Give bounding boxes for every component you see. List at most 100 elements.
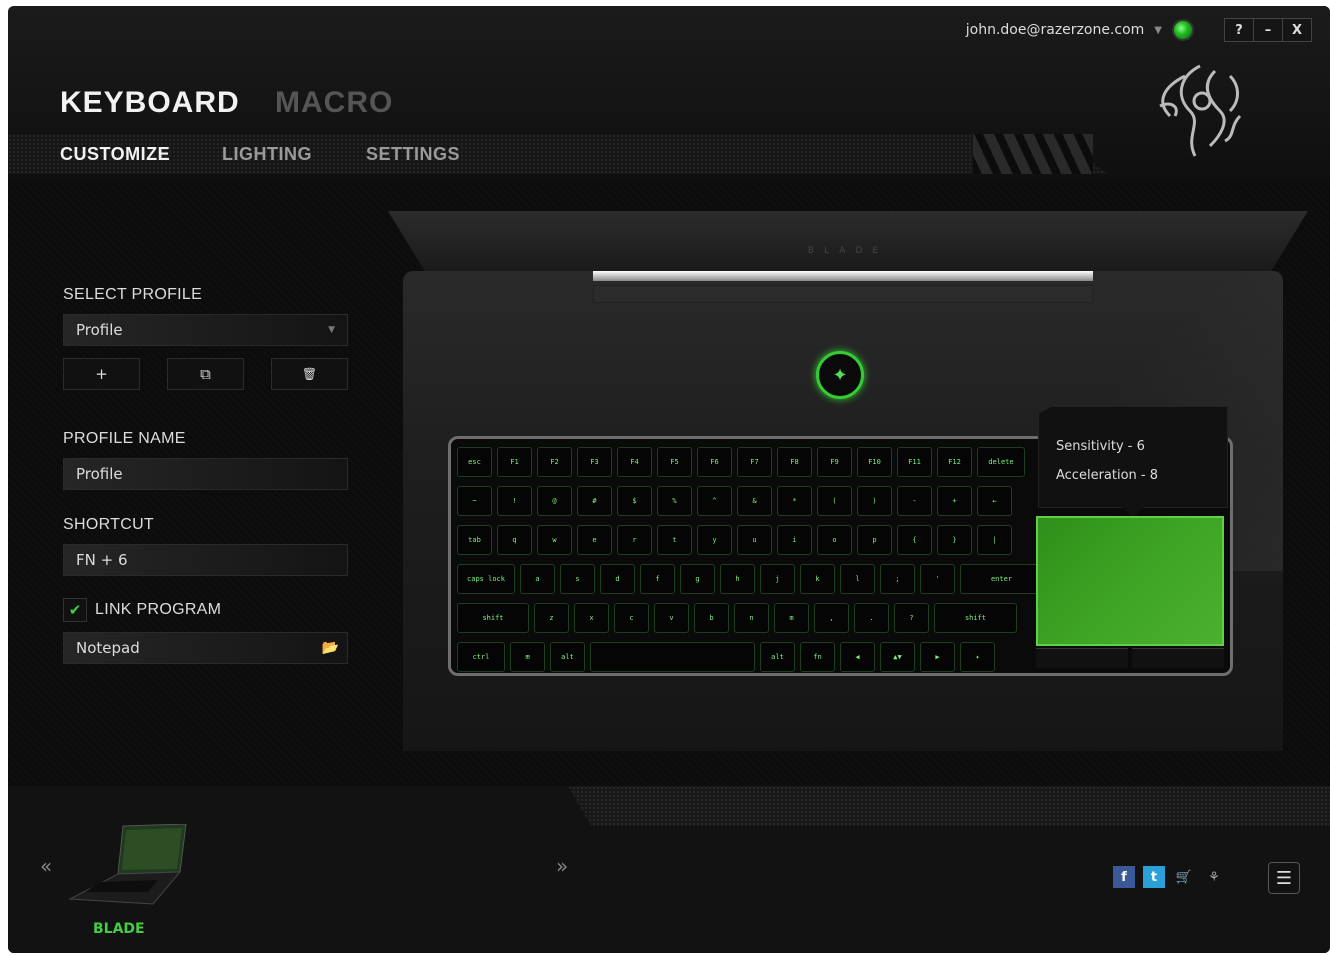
key[interactable]: F9 bbox=[817, 447, 852, 477]
copy-profile-button[interactable]: ⧉ bbox=[167, 358, 244, 390]
key[interactable]: a bbox=[520, 564, 555, 594]
key[interactable]: ← bbox=[977, 486, 1012, 516]
key[interactable]: h bbox=[720, 564, 755, 594]
razer-insider-icon[interactable]: ⚘ bbox=[1203, 866, 1225, 888]
key[interactable]: F10 bbox=[857, 447, 892, 477]
account-email[interactable]: john.doe@razerzone.com bbox=[966, 22, 1145, 38]
key[interactable]: ) bbox=[857, 486, 892, 516]
key[interactable]: o bbox=[817, 525, 852, 555]
key[interactable]: f bbox=[640, 564, 675, 594]
power-button-icon[interactable]: ✦ bbox=[816, 351, 864, 399]
key[interactable]: g bbox=[680, 564, 715, 594]
profile-dropdown[interactable]: Profile ▼ bbox=[63, 314, 348, 346]
tab-settings[interactable]: SETTINGS bbox=[366, 144, 460, 165]
key[interactable]: & bbox=[737, 486, 772, 516]
key[interactable]: # bbox=[577, 486, 612, 516]
key[interactable]: alt bbox=[550, 642, 585, 672]
trackpad[interactable] bbox=[1036, 516, 1224, 646]
key[interactable]: F11 bbox=[897, 447, 932, 477]
key[interactable]: esc bbox=[457, 447, 492, 477]
key[interactable]: k bbox=[800, 564, 835, 594]
delete-profile-button[interactable]: 🗑 bbox=[271, 358, 348, 390]
key[interactable]: y bbox=[697, 525, 732, 555]
key[interactable]: fn bbox=[800, 642, 835, 672]
key[interactable]: caps lock bbox=[457, 564, 515, 594]
trackpad-left-button[interactable] bbox=[1036, 648, 1128, 668]
key[interactable]: ◀ bbox=[840, 642, 875, 672]
help-button[interactable]: ? bbox=[1225, 19, 1253, 41]
key[interactable]: F12 bbox=[937, 447, 972, 477]
close-button[interactable]: X bbox=[1282, 19, 1311, 41]
device-name[interactable]: BLADE bbox=[93, 921, 145, 937]
key[interactable]: d bbox=[600, 564, 635, 594]
key[interactable]: x bbox=[574, 603, 609, 633]
key[interactable]: u bbox=[737, 525, 772, 555]
key[interactable]: p bbox=[857, 525, 892, 555]
add-profile-button[interactable]: + bbox=[63, 358, 140, 390]
program-path-input[interactable]: Notepad 📂 bbox=[63, 632, 348, 664]
key[interactable]: e bbox=[577, 525, 612, 555]
key[interactable]: shift bbox=[457, 603, 529, 633]
menu-button[interactable]: ☰ bbox=[1268, 862, 1300, 894]
key[interactable]: + bbox=[937, 486, 972, 516]
key[interactable]: { bbox=[897, 525, 932, 555]
key[interactable]: % bbox=[657, 486, 692, 516]
minimize-button[interactable]: – bbox=[1253, 19, 1282, 41]
next-device-button[interactable]: » bbox=[556, 854, 568, 878]
key[interactable]: * bbox=[777, 486, 812, 516]
key[interactable]: enter bbox=[960, 564, 1043, 594]
key[interactable]: z bbox=[534, 603, 569, 633]
folder-icon[interactable]: 📂 bbox=[322, 640, 339, 656]
key[interactable]: ctrl bbox=[457, 642, 505, 672]
key[interactable]: ! bbox=[497, 486, 532, 516]
key[interactable]: s bbox=[560, 564, 595, 594]
key[interactable]: ⊞ bbox=[510, 642, 545, 672]
key[interactable]: r bbox=[617, 525, 652, 555]
key[interactable]: ^ bbox=[697, 486, 732, 516]
key[interactable]: j bbox=[760, 564, 795, 594]
key[interactable]: alt bbox=[760, 642, 795, 672]
key[interactable]: F7 bbox=[737, 447, 772, 477]
key[interactable]: l bbox=[840, 564, 875, 594]
key[interactable]: F8 bbox=[777, 447, 812, 477]
key[interactable]: ✦ bbox=[960, 642, 995, 672]
key[interactable]: shift bbox=[934, 603, 1017, 633]
link-program-checkbox[interactable]: ✔ bbox=[63, 598, 87, 622]
key[interactable]: m bbox=[774, 603, 809, 633]
facebook-icon[interactable]: f bbox=[1113, 866, 1135, 888]
key[interactable]: | bbox=[977, 525, 1012, 555]
key[interactable]: n bbox=[734, 603, 769, 633]
tab-lighting[interactable]: LIGHTING bbox=[222, 144, 312, 165]
key-space[interactable] bbox=[590, 642, 755, 672]
key[interactable]: w bbox=[537, 525, 572, 555]
key[interactable]: ▲▼ bbox=[880, 642, 915, 672]
key[interactable]: F4 bbox=[617, 447, 652, 477]
trackpad-right-button[interactable] bbox=[1132, 648, 1224, 668]
key[interactable]: ? bbox=[894, 603, 929, 633]
key[interactable]: ▶ bbox=[920, 642, 955, 672]
key[interactable]: F5 bbox=[657, 447, 692, 477]
previous-device-button[interactable]: « bbox=[40, 854, 52, 878]
key[interactable]: - bbox=[897, 486, 932, 516]
key[interactable]: } bbox=[937, 525, 972, 555]
key[interactable]: F2 bbox=[537, 447, 572, 477]
key[interactable]: v bbox=[654, 603, 689, 633]
key[interactable]: tab bbox=[457, 525, 492, 555]
key[interactable]: b bbox=[694, 603, 729, 633]
key[interactable]: delete bbox=[977, 447, 1025, 477]
blade-laptop-thumbnail[interactable] bbox=[68, 824, 188, 909]
key[interactable]: t bbox=[657, 525, 692, 555]
tab-keyboard[interactable]: KEYBOARD bbox=[60, 86, 240, 120]
key[interactable]: F1 bbox=[497, 447, 532, 477]
key[interactable]: ( bbox=[817, 486, 852, 516]
tab-macro[interactable]: MACRO bbox=[275, 86, 393, 120]
key[interactable]: @ bbox=[537, 486, 572, 516]
profile-name-input[interactable]: Profile bbox=[63, 458, 348, 490]
shortcut-input[interactable]: FN + 6 bbox=[63, 544, 348, 576]
key[interactable]: c bbox=[614, 603, 649, 633]
key[interactable]: ; bbox=[880, 564, 915, 594]
tab-customize[interactable]: CUSTOMIZE bbox=[60, 144, 170, 165]
key[interactable]: $ bbox=[617, 486, 652, 516]
twitter-icon[interactable]: t bbox=[1143, 866, 1165, 888]
store-cart-icon[interactable]: 🛒 bbox=[1173, 866, 1195, 888]
